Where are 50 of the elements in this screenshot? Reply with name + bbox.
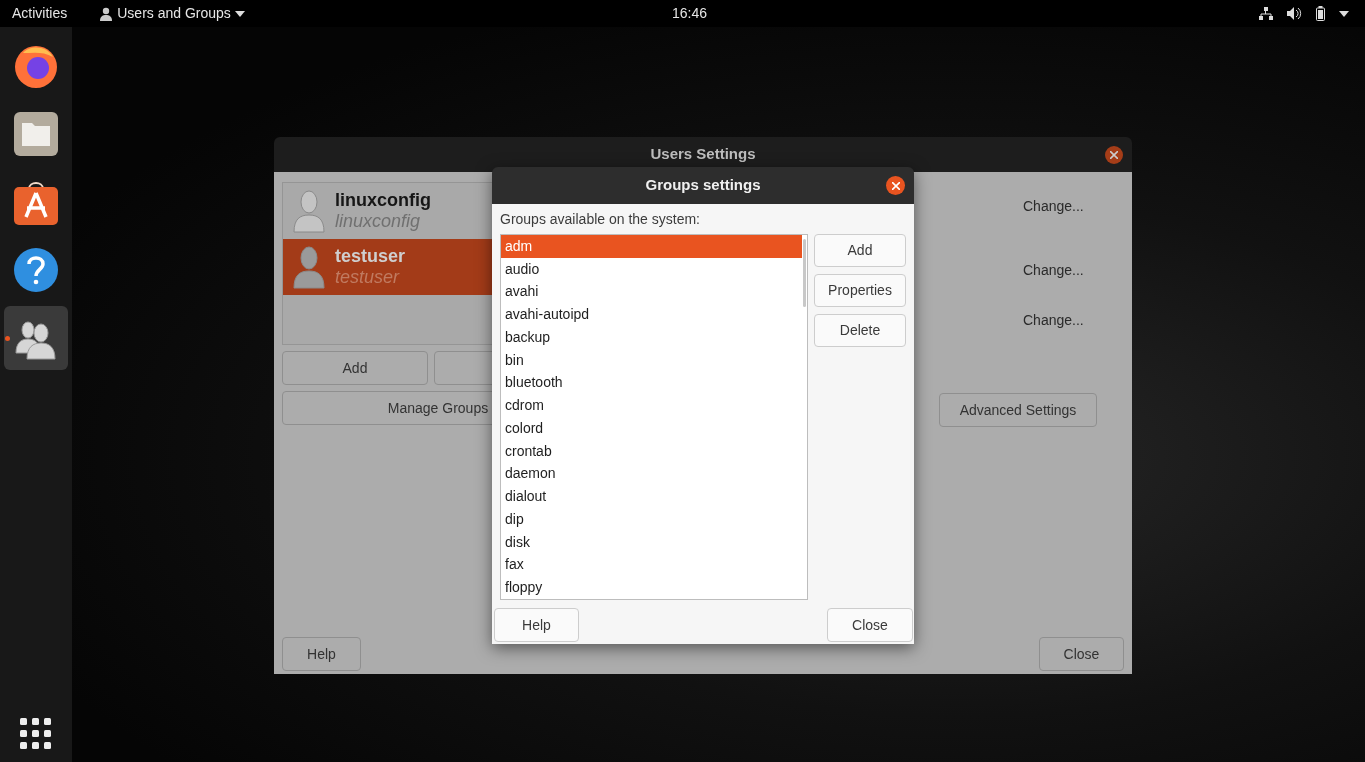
network-icon[interactable] [1259,7,1273,20]
window-title: Users Settings [650,144,756,165]
group-item[interactable]: dialout [501,485,802,508]
close-button[interactable]: Close [827,608,913,642]
person-silhouette-icon [291,189,327,233]
help-button[interactable]: Help [494,608,579,642]
clock[interactable]: 16:46 [672,3,708,24]
user-login: testuser [335,267,401,288]
group-item[interactable]: backup [501,326,802,349]
advanced-settings-button[interactable]: Advanced Settings [939,393,1097,427]
dialog-title: Groups settings [645,175,761,196]
user-name: linuxconfig [335,190,431,211]
caret-icon [234,10,245,17]
add-button[interactable]: Add [282,351,428,385]
change-link[interactable]: Change... [1023,310,1124,331]
close-icon[interactable] [1105,146,1123,164]
group-item[interactable]: daemon [501,462,802,486]
volume-icon[interactable] [1287,7,1302,20]
folder-icon[interactable] [13,111,59,157]
close-button[interactable]: Close [1039,637,1124,671]
help-icon[interactable] [13,247,59,293]
person-icon [99,6,114,21]
group-item[interactable]: crontab [501,439,802,463]
scrollbar-thumb[interactable] [803,239,806,307]
dialog-action-button[interactable]: Add [814,234,906,267]
group-item[interactable]: dip [501,508,802,531]
activities-button[interactable]: Activities [12,3,68,24]
close-icon[interactable] [886,176,905,195]
person-silhouette-icon [291,245,327,289]
user-login: linuxconfig [335,211,422,232]
group-item[interactable]: fax [501,553,802,577]
change-link[interactable]: Change... [1023,196,1124,217]
battery-icon[interactable] [1316,6,1325,21]
group-item[interactable]: avahi-autoipd [501,303,802,326]
running-indicator-icon [5,336,10,341]
group-item[interactable]: bin [501,348,802,372]
change-link[interactable]: Change... [1023,260,1124,281]
group-item[interactable]: disk [501,530,802,554]
user-name: testuser [335,246,406,267]
dialog-action-button[interactable]: Properties [814,274,906,307]
group-item[interactable]: adm [501,235,802,258]
caret-icon[interactable] [1339,10,1349,17]
help-button[interactable]: Help [282,637,361,671]
app-grid-icon[interactable] [20,718,52,750]
shopping-bag-icon[interactable] [13,179,59,225]
dock-item-highlight[interactable] [4,306,68,370]
app-menu[interactable]: Users and Groups [117,3,231,24]
groups-label: Groups available on the system: [500,210,701,229]
group-item[interactable]: floppy [501,576,802,599]
dialog-action-button[interactable]: Delete [814,314,906,347]
